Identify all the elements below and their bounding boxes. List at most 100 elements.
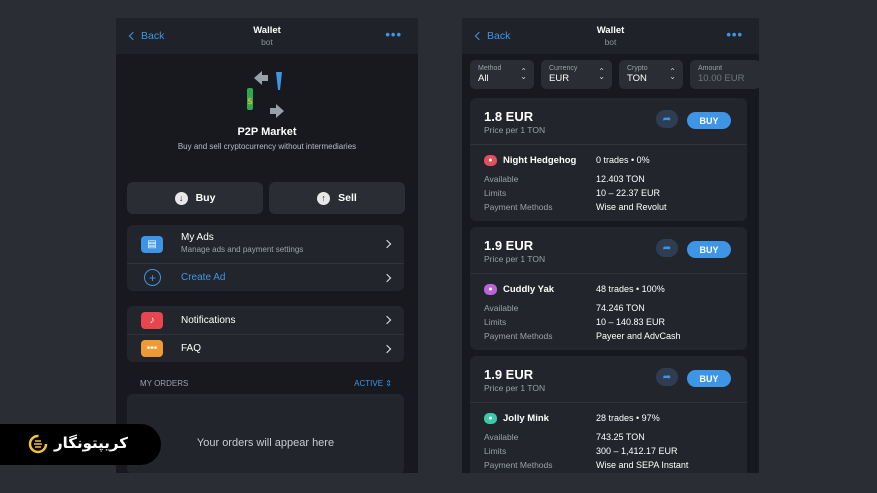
filter-bar: Method All ⌃ ⌄ Currency EUR ⌃ ⌄ Crypto TON… <box>470 60 759 89</box>
up-down-icon: ⌃ ⌄ <box>598 67 605 81</box>
buy-button[interactable]: ↓ Buy <box>127 182 263 214</box>
notifications-label: Notifications <box>181 314 236 326</box>
create-ad-label: Create Ad <box>181 272 226 283</box>
app-title: Wallet <box>253 25 281 36</box>
available-value: 12.403 TON <box>596 174 645 184</box>
share-button[interactable]: ➦ <box>656 239 678 257</box>
menu-item-notifications[interactable]: ♪ Notifications <box>127 306 404 334</box>
filter-method-key: Method <box>478 65 502 72</box>
app-subtitle: bot <box>261 37 273 47</box>
svg-text:$: $ <box>247 97 253 107</box>
top-bar: Back Wallet bot ••• <box>462 18 759 54</box>
bell-icon: ♪ <box>141 311 163 329</box>
orders-header: MY ORDERS ACTIVE ⇕ <box>140 379 392 388</box>
filter-currency[interactable]: Currency EUR ⌃ ⌄ <box>541 60 612 89</box>
share-button[interactable]: ➦ <box>656 368 678 386</box>
plus-icon: + <box>144 269 161 286</box>
offer-price-per: Price per 1 TON <box>484 254 546 264</box>
filter-currency-value: EUR <box>549 73 570 84</box>
methods-value: Payeer and AdvCash <box>596 331 681 341</box>
seller-trades: 28 trades • 97% <box>596 413 660 423</box>
orders-heading: MY ORDERS <box>140 379 189 388</box>
more-menu-button[interactable]: ••• <box>385 27 402 42</box>
offer-buy-button[interactable]: BUY <box>687 241 731 258</box>
id-card-icon: ▤ <box>141 236 163 253</box>
seller-avatar-icon: ● <box>484 413 497 424</box>
page-subtitle: Buy and sell cryptocurrency without inte… <box>177 142 357 151</box>
limits-value: 10 – 140.83 EUR <box>596 317 666 327</box>
share-arrow-icon: ➦ <box>662 242 672 254</box>
filter-crypto[interactable]: Crypto TON ⌃ ⌄ <box>619 60 683 89</box>
sell-button[interactable]: ↑ Sell <box>269 182 405 214</box>
share-arrow-icon: ➦ <box>662 371 672 383</box>
share-button[interactable]: ➦ <box>656 110 678 128</box>
seller-avatar-icon: ● <box>484 155 497 166</box>
available-label: Available <box>484 432 519 442</box>
available-value: 74.246 TON <box>596 303 645 313</box>
orders-panel: Your orders will appear here <box>127 394 404 473</box>
site-watermark-badge: کریپتونگار <box>0 424 161 465</box>
offer-card: 1.8 EUR Price per 1 TON ➦ BUY ● Night He… <box>470 98 747 221</box>
seller-trades: 48 trades • 100% <box>596 284 665 294</box>
methods-label: Payment Methods <box>484 460 553 470</box>
seller-name[interactable]: Jolly Mink <box>503 413 583 424</box>
more-menu-button[interactable]: ••• <box>726 27 743 42</box>
offer-price: 1.8 EUR <box>484 109 534 124</box>
filter-method[interactable]: Method All ⌃ ⌄ <box>470 60 534 89</box>
offer-card: 1.9 EUR Price per 1 TON ➦ BUY ● Cuddly Y… <box>470 227 747 350</box>
chevron-right-icon <box>382 273 392 282</box>
chevron-right-icon <box>382 239 392 249</box>
page-title: P2P Market <box>237 126 297 138</box>
filter-amount-value: 10.00 EUR <box>698 73 745 84</box>
menu-item-create-ad[interactable]: + Create Ad <box>127 263 404 291</box>
my-ads-label: My Ads <box>181 232 214 243</box>
offer-buy-button[interactable]: BUY <box>687 370 731 387</box>
menu-item-faq[interactable]: ••• FAQ <box>127 334 404 362</box>
available-value: 743.25 TON <box>596 432 645 442</box>
limits-label: Limits <box>484 446 507 456</box>
methods-value: Wise and SEPA Instant <box>596 460 689 470</box>
methods-label: Payment Methods <box>484 331 553 341</box>
orders-filter-toggle[interactable]: ACTIVE ⇕ <box>354 379 392 388</box>
p2p-market-screen: Back Wallet bot ••• $ P2P Market Buy and… <box>116 18 418 473</box>
cryptonegar-logo-icon <box>28 434 48 454</box>
chevron-right-icon <box>382 344 392 353</box>
up-down-icon: ⌃ ⌄ <box>669 67 676 81</box>
ads-menu: ▤ My Ads Manage ads and payment settings… <box>127 225 404 291</box>
up-down-icon: ⇕ <box>385 379 392 388</box>
available-label: Available <box>484 174 519 184</box>
chat-bubble-icon: ••• <box>141 340 163 357</box>
seller-avatar-icon: ● <box>484 284 497 295</box>
seller-trades: 0 trades • 0% <box>596 155 650 165</box>
buy-offers-screen: Back Wallet bot ••• Method All ⌃ ⌄ Curren… <box>462 18 759 473</box>
methods-value: Wise and Revolut <box>596 202 667 212</box>
app-subtitle: bot <box>604 37 617 47</box>
up-down-icon: ⌃ ⌄ <box>520 67 527 81</box>
limits-value: 10 – 22.37 EUR <box>596 188 661 198</box>
offer-price: 1.9 EUR <box>484 238 534 253</box>
offer-price-per: Price per 1 TON <box>484 383 546 393</box>
buy-label: Buy <box>195 192 216 204</box>
seller-name[interactable]: Cuddly Yak <box>503 284 583 295</box>
seller-name[interactable]: Night Hedgehog <box>503 155 583 166</box>
filter-amount-key: Amount <box>698 65 723 72</box>
offer-card: 1.9 EUR Price per 1 TON ➦ BUY ● Jolly Mi… <box>470 356 747 473</box>
chevron-right-icon <box>382 315 392 325</box>
sell-label: Sell <box>338 192 357 204</box>
faq-label: FAQ <box>181 343 202 354</box>
share-arrow-icon: ➦ <box>662 113 672 125</box>
arrow-up-icon: ↑ <box>317 191 331 205</box>
filter-crypto-key: Crypto <box>627 65 648 72</box>
orders-filter-label: ACTIVE <box>354 379 384 388</box>
offer-price: 1.9 EUR <box>484 367 534 382</box>
filter-currency-key: Currency <box>549 65 578 72</box>
offer-buy-button[interactable]: BUY <box>687 112 731 129</box>
menu-item-my-ads[interactable]: ▤ My Ads Manage ads and payment settings <box>127 225 404 263</box>
limits-value: 300 – 1,412.17 EUR <box>596 446 678 456</box>
p2p-exchange-illustration: $ <box>247 71 284 118</box>
methods-label: Payment Methods <box>484 202 553 212</box>
my-ads-sub: Manage ads and payment settings <box>181 245 304 254</box>
filter-amount[interactable]: Amount 10.00 EUR <box>690 60 759 89</box>
watermark-text: کریپتونگار <box>54 435 128 452</box>
arrow-down-icon: ↓ <box>174 191 188 205</box>
